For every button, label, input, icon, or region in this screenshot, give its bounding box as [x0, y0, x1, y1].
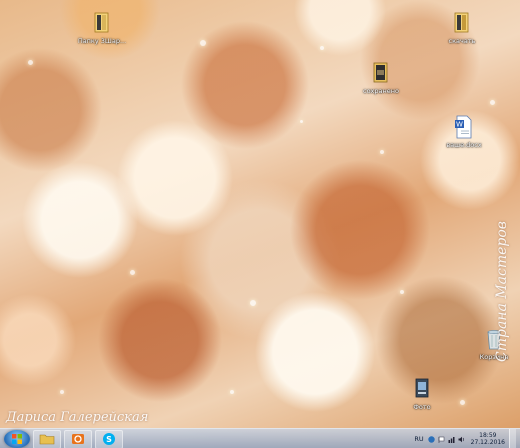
system-tray: RU 18:59 27.12.2016	[414, 429, 520, 448]
desktop-icon-word-doc[interactable]: W ваше.docx	[434, 114, 494, 149]
clock[interactable]: 18:59 27.12.2016	[471, 432, 505, 446]
desktop-icon-label: ваше.docx	[446, 141, 482, 149]
desktop-icon-label: скачать	[448, 37, 476, 45]
folder-icon	[39, 434, 55, 445]
desktop-icon-label: Папку 3Шар...	[77, 37, 127, 45]
desktop-icon-label: сохранено	[363, 87, 399, 95]
desktop-icon-label: Фото	[413, 403, 431, 411]
folder-icon	[451, 10, 473, 36]
svg-text:W: W	[456, 121, 463, 129]
bokeh-sparkle	[200, 40, 206, 46]
flag-icon[interactable]	[438, 436, 445, 443]
desktop-icon-folder-2[interactable]: скачать	[432, 10, 492, 45]
taskbar-skype-button[interactable]: S	[95, 429, 123, 448]
folder-icon	[91, 10, 113, 36]
folder-icon	[370, 60, 392, 86]
clock-time: 18:59	[479, 432, 497, 439]
show-desktop-button[interactable]	[509, 429, 516, 448]
volume-icon[interactable]	[458, 436, 465, 443]
taskbar-explorer-button[interactable]	[33, 429, 61, 448]
desktop-icon-folder-3[interactable]: сохранено	[351, 60, 411, 95]
bokeh-sparkle	[320, 46, 324, 50]
windows-logo-icon	[12, 434, 22, 444]
taskbar-outlook-button[interactable]	[64, 429, 92, 448]
help-icon[interactable]	[427, 435, 435, 443]
taskbar: S RU 18:59 27.12.2016	[0, 428, 520, 448]
language-indicator[interactable]: RU	[414, 435, 423, 443]
bokeh-sparkle	[130, 270, 135, 275]
desktop: Папку 3Шар... скачать сохранено W ваше.d…	[0, 0, 520, 448]
outlook-icon	[72, 434, 84, 444]
skype-icon: S	[103, 433, 115, 445]
desktop-icon-folder-1[interactable]: Папку 3Шар...	[72, 10, 132, 45]
desktop-icon-program[interactable]: Фото	[392, 376, 452, 411]
author-watermark: Дариса Галерейская	[6, 410, 149, 425]
bokeh-sparkle	[380, 150, 384, 154]
site-watermark: Страна Мастеров	[494, 221, 510, 362]
desktop-icon-recycle-bin[interactable]: Корзина	[464, 326, 520, 361]
bokeh-sparkle	[490, 100, 495, 105]
svg-text:S: S	[106, 435, 112, 444]
bokeh-sparkle	[230, 390, 234, 394]
program-icon	[411, 376, 433, 402]
bokeh-sparkle	[300, 120, 303, 123]
bokeh-sparkle	[400, 290, 404, 294]
bokeh-sparkle	[28, 60, 33, 65]
start-button[interactable]	[4, 430, 30, 448]
clock-date: 27.12.2016	[470, 439, 505, 446]
bokeh-sparkle	[250, 300, 256, 306]
network-icon[interactable]	[448, 436, 455, 443]
bokeh-sparkle	[60, 390, 64, 394]
word-document-icon: W	[453, 114, 475, 140]
bokeh-sparkle	[460, 400, 465, 405]
